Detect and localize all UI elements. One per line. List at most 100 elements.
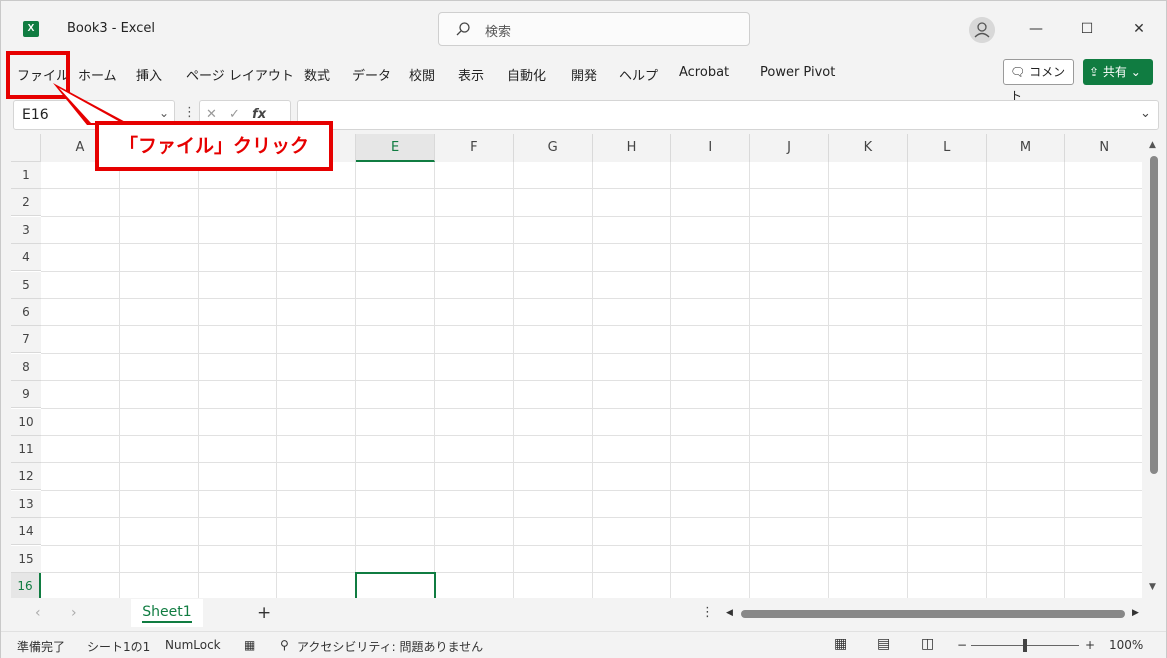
- excel-window: X Book3 - Excel 検索 — ☐ ✕ ファイル ホーム 挿入 ページ…: [0, 0, 1167, 658]
- search-box[interactable]: 検索: [438, 12, 750, 46]
- share-button[interactable]: ⇪ 共有 ⌄: [1083, 59, 1153, 85]
- excel-logo: X: [23, 21, 39, 37]
- column-header-e[interactable]: E: [356, 134, 435, 162]
- scroll-up-icon[interactable]: ▲: [1149, 140, 1156, 150]
- row-gridline: [41, 544, 1142, 546]
- row-gridline: [41, 215, 1142, 217]
- row-header-6[interactable]: 6: [11, 299, 41, 326]
- formula-input[interactable]: [297, 100, 1159, 130]
- column-header-l[interactable]: L: [907, 134, 987, 162]
- comment-button[interactable]: 🗨 コメント: [1003, 59, 1074, 103]
- selected-cell[interactable]: [355, 572, 436, 598]
- name-box-chevron-icon[interactable]: ⌄: [159, 106, 169, 120]
- column-header-i[interactable]: I: [671, 134, 751, 162]
- row-header-5[interactable]: 5: [11, 271, 41, 299]
- row-gridline: [41, 243, 1142, 245]
- row-gridline: [41, 380, 1142, 382]
- vertical-scroll-thumb[interactable]: [1150, 156, 1158, 474]
- cancel-icon[interactable]: ✕: [206, 107, 217, 122]
- row-header-16[interactable]: 16: [11, 573, 41, 598]
- row-header-9[interactable]: 9: [11, 381, 41, 409]
- tab-view[interactable]: 表示: [458, 65, 484, 84]
- tab-data[interactable]: データ: [352, 65, 391, 84]
- row-gridline: [41, 517, 1142, 519]
- zoom-in-button[interactable]: +: [1085, 638, 1095, 652]
- maximize-button[interactable]: ☐: [1072, 15, 1102, 43]
- zoom-out-button[interactable]: −: [957, 638, 967, 652]
- add-sheet-button[interactable]: +: [257, 603, 271, 623]
- expand-formula-chevron-icon[interactable]: ⌄: [1140, 106, 1151, 121]
- column-header-j[interactable]: J: [750, 134, 829, 162]
- tab-developer[interactable]: 開発: [571, 65, 597, 84]
- row-gridline: [41, 298, 1142, 299]
- tab-acrobat[interactable]: Acrobat: [679, 65, 729, 80]
- sheet-prev-icon[interactable]: ‹: [35, 605, 41, 621]
- row-header-7[interactable]: 7: [11, 326, 41, 354]
- accessibility-icon: ⚲: [280, 638, 289, 652]
- more-options-icon[interactable]: ⋮: [701, 605, 714, 620]
- row-gridline: [41, 407, 1142, 409]
- row-header-14[interactable]: 14: [11, 518, 41, 546]
- tab-help[interactable]: ヘルプ: [619, 65, 658, 84]
- title-bar: X Book3 - Excel 検索 — ☐ ✕: [1, 1, 1166, 55]
- row-header-11[interactable]: 11: [11, 436, 41, 463]
- status-ready: 準備完了: [17, 640, 66, 654]
- row-gridline: [41, 435, 1142, 436]
- ribbon-tabs: ファイル ホーム 挿入 ページ レイアウト 数式 データ 校閲 表示 自動化 開…: [1, 55, 1166, 93]
- row-gridline: [41, 188, 1142, 190]
- row-header-13[interactable]: 13: [11, 490, 41, 518]
- row-header-1[interactable]: 1: [11, 162, 41, 189]
- page-break-view-icon[interactable]: ◫: [921, 636, 934, 652]
- row-header-3[interactable]: 3: [11, 216, 41, 244]
- column-header-m[interactable]: M: [986, 134, 1066, 162]
- column-header-f[interactable]: F: [435, 134, 514, 162]
- tab-formulas[interactable]: 数式: [304, 65, 330, 84]
- vertical-scrollbar[interactable]: ▲ ▼: [1143, 134, 1165, 598]
- enter-icon[interactable]: ✓: [229, 107, 240, 122]
- sheet-next-icon[interactable]: ›: [71, 605, 77, 621]
- row-gridline: [41, 352, 1142, 354]
- column-header-g[interactable]: G: [513, 134, 593, 162]
- zoom-level[interactable]: 100%: [1109, 638, 1143, 652]
- normal-view-icon[interactable]: ▦: [834, 636, 847, 652]
- column-header-k[interactable]: K: [829, 134, 908, 162]
- sheet-tab-sheet1[interactable]: Sheet1: [131, 599, 203, 627]
- scroll-down-icon[interactable]: ▼: [1149, 582, 1156, 592]
- comment-icon: 🗨: [1010, 65, 1026, 79]
- scroll-left-icon[interactable]: ◀: [726, 608, 733, 618]
- file-tab-highlight: [6, 51, 70, 99]
- status-accessibility[interactable]: アクセシビリティ: 問題ありません: [297, 638, 483, 655]
- minimize-button[interactable]: —: [1021, 15, 1051, 43]
- close-button[interactable]: ✕: [1124, 15, 1154, 43]
- tab-insert[interactable]: 挿入: [136, 65, 162, 84]
- worksheet-grid[interactable]: ABCDEFGHIJKLMN12345678910111213141516: [11, 134, 1142, 598]
- row-gridline: [41, 270, 1142, 272]
- page-layout-view-icon[interactable]: ▤: [877, 636, 890, 652]
- tab-automate[interactable]: 自動化: [507, 65, 546, 84]
- row-header-2[interactable]: 2: [11, 189, 41, 217]
- row-gridline: [41, 462, 1142, 464]
- macro-record-icon[interactable]: ▦: [244, 638, 255, 652]
- column-header-h[interactable]: H: [592, 134, 672, 162]
- row-header-15[interactable]: 15: [11, 545, 41, 573]
- row-gridline: [41, 325, 1142, 327]
- row-header-12[interactable]: 12: [11, 463, 41, 491]
- column-header-n[interactable]: N: [1065, 134, 1142, 162]
- account-avatar-icon[interactable]: [969, 17, 995, 43]
- scroll-right-icon[interactable]: ▶: [1132, 608, 1139, 618]
- window-title: Book3 - Excel: [67, 21, 156, 36]
- tab-power-pivot[interactable]: Power Pivot: [760, 65, 835, 80]
- tab-review[interactable]: 校閲: [409, 65, 435, 84]
- row-header-8[interactable]: 8: [11, 353, 41, 381]
- row-header-4[interactable]: 4: [11, 244, 41, 272]
- row-header-10[interactable]: 10: [11, 408, 41, 436]
- tab-page-layout[interactable]: ページ レイアウト: [186, 65, 294, 84]
- zoom-slider[interactable]: [971, 639, 1079, 652]
- tab-home[interactable]: ホーム: [78, 65, 117, 84]
- zoom-slider-thumb[interactable]: [1023, 639, 1027, 652]
- row-gridline: [41, 572, 1142, 573]
- select-all-corner[interactable]: [11, 134, 41, 162]
- status-sheet-info: シート1の1: [87, 640, 151, 654]
- fx-icon[interactable]: fx: [252, 107, 266, 122]
- horizontal-scroll-thumb[interactable]: [741, 610, 1125, 618]
